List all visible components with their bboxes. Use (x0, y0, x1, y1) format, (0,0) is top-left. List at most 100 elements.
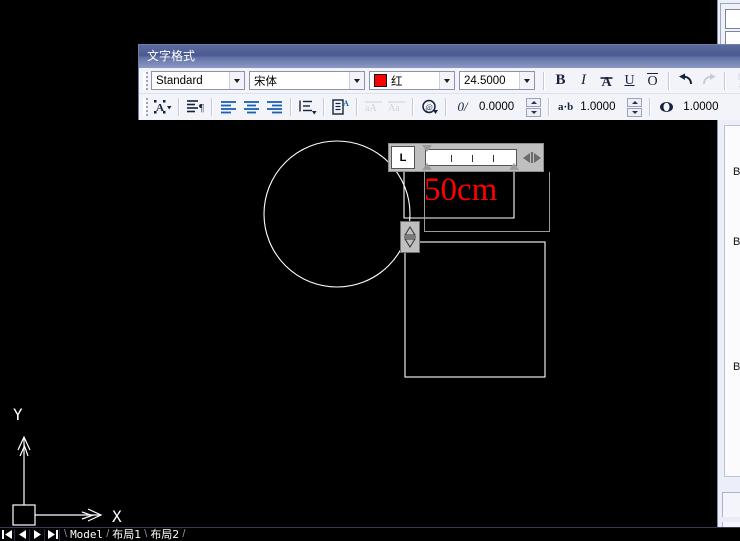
bold-button[interactable]: B (549, 70, 572, 92)
toolbar-separator (290, 98, 292, 116)
right-panel-fragment-2: B (733, 236, 740, 248)
ucs-y-label: Y (13, 405, 23, 424)
text-height-combo[interactable]: 24.5000 (459, 71, 535, 90)
align-center-icon[interactable] (240, 96, 263, 118)
toolbar-row-2: A ¶ (139, 94, 740, 120)
align-left-icon[interactable] (217, 96, 240, 118)
arrow-right-icon[interactable] (534, 153, 541, 163)
stepper-up-icon[interactable] (526, 98, 541, 107)
svg-text:A: A (601, 75, 612, 89)
strikethrough-button[interactable]: A (595, 70, 618, 92)
toolbar-separator (724, 72, 726, 90)
toolbar-grip-icon[interactable] (143, 98, 148, 116)
toolbar-separator (356, 98, 358, 116)
toolbar-separator (548, 98, 550, 116)
toolbar-separator (323, 98, 325, 116)
toolbar-grip-icon[interactable] (143, 72, 148, 90)
ruler-width-arrows[interactable] (523, 152, 541, 163)
chevron-down-icon[interactable] (519, 72, 534, 89)
font-value: 宋体 (250, 73, 349, 89)
ucs-x-label: X (112, 507, 122, 526)
chevron-down-icon[interactable] (439, 72, 454, 89)
right-panel-dialog[interactable] (720, 3, 740, 45)
ruler-track[interactable] (425, 149, 517, 166)
tab-first-icon[interactable] (0, 529, 15, 541)
oblique-angle-stepper[interactable] (526, 98, 541, 117)
align-right-icon[interactable] (263, 96, 286, 118)
tab-next-icon[interactable] (30, 529, 45, 541)
mtext-resize-grip[interactable] (400, 221, 420, 253)
toolbar-separator (211, 98, 213, 116)
numbering-icon[interactable]: A (329, 96, 352, 118)
right-panel-dialog-field[interactable] (725, 9, 740, 29)
toolbar-separator (412, 98, 414, 116)
lowercase-icon[interactable]: Aa (385, 96, 408, 118)
toolbar-row-1: Standard 宋体 红 24.5000 B I A U O (139, 68, 740, 94)
text-style-combo[interactable]: Standard (151, 71, 245, 90)
text-field-icon[interactable]: A (151, 96, 174, 118)
tab-last-icon[interactable] (45, 529, 60, 541)
svg-text:Aa: Aa (388, 103, 400, 114)
rectangle-entity-lower (405, 242, 545, 377)
tracking-icon: a·b (558, 101, 573, 113)
tab-separator: / (182, 528, 185, 541)
tab-list[interactable]: \ Model / 布局1 \ 布局2 / (64, 528, 185, 541)
insert-field-icon[interactable]: @ (418, 96, 441, 118)
text-height-value: 24.5000 (460, 75, 519, 87)
chevron-down-icon[interactable] (349, 72, 364, 89)
mtext-ruler[interactable]: L (388, 143, 544, 172)
color-combo[interactable]: 红 (369, 71, 455, 90)
paragraph-icon[interactable]: ¶ (184, 96, 207, 118)
left-indent-marker[interactable] (422, 163, 432, 170)
toolbar-separator (668, 72, 670, 90)
font-combo[interactable]: 宋体 (249, 71, 365, 90)
toolbar-title: 文字格式 (139, 45, 740, 68)
overline-button[interactable]: O (641, 70, 664, 92)
color-value: 红 (390, 73, 439, 89)
stepper-down-icon[interactable] (526, 108, 541, 117)
svg-text:@: @ (425, 103, 432, 112)
svg-text:aA: aA (365, 103, 377, 114)
underline-button[interactable]: U (618, 70, 641, 92)
arrow-left-icon[interactable] (523, 153, 530, 163)
width-factor-icon[interactable] (655, 96, 678, 118)
right-panel-fragment-3: B (733, 361, 740, 373)
italic-button[interactable]: I (572, 70, 595, 92)
width-factor-value[interactable]: 1.0000 (678, 101, 729, 113)
undo-button[interactable] (674, 70, 697, 92)
chevron-down-icon[interactable] (229, 72, 244, 89)
uppercase-icon[interactable]: aA (362, 96, 385, 118)
svg-text:A: A (156, 102, 164, 114)
layout-tab-bar[interactable]: \ Model / 布局1 \ 布局2 / (0, 527, 740, 541)
tab-stop-button[interactable]: L (391, 146, 415, 169)
redo-button[interactable] (697, 70, 720, 92)
stepper-up-icon[interactable] (627, 98, 642, 107)
text-format-toolbar[interactable]: 文字格式 Standard 宋体 红 24.5000 B I A U O (138, 44, 740, 120)
tab-prev-icon[interactable] (15, 529, 30, 541)
line-spacing-icon[interactable] (296, 96, 319, 118)
oblique-angle-value[interactable]: 0.0000 (474, 101, 525, 113)
tab-layout2[interactable]: 布局2 (147, 528, 182, 541)
tracking-value[interactable]: 1.0000 (575, 101, 626, 113)
color-swatch-icon (374, 74, 387, 87)
ucs-icon (13, 437, 101, 525)
ruler-divider (531, 152, 533, 163)
right-panel-fragment-1: B (733, 166, 740, 178)
toolbar-separator (178, 98, 180, 116)
tracking-stepper[interactable] (627, 98, 642, 117)
svg-text:¶: ¶ (199, 102, 204, 114)
text-style-value: Standard (152, 75, 229, 87)
oblique-angle-icon[interactable]: 0/ (451, 96, 474, 118)
first-line-indent-marker[interactable] (422, 145, 432, 152)
tab-model[interactable]: Model (67, 528, 106, 541)
toolbar-separator (543, 72, 545, 90)
toolbar-separator (445, 98, 447, 116)
mtext-content[interactable]: 50cm (424, 171, 497, 209)
svg-text:A: A (343, 99, 349, 108)
right-indent-marker[interactable] (509, 163, 519, 170)
stepper-down-icon[interactable] (627, 108, 642, 117)
tab-layout1[interactable]: 布局1 (109, 528, 144, 541)
right-panel-list[interactable]: B B B (724, 125, 740, 477)
stack-button[interactable]: ba (730, 70, 740, 92)
right-panel-scrollbar[interactable] (717, 517, 740, 522)
